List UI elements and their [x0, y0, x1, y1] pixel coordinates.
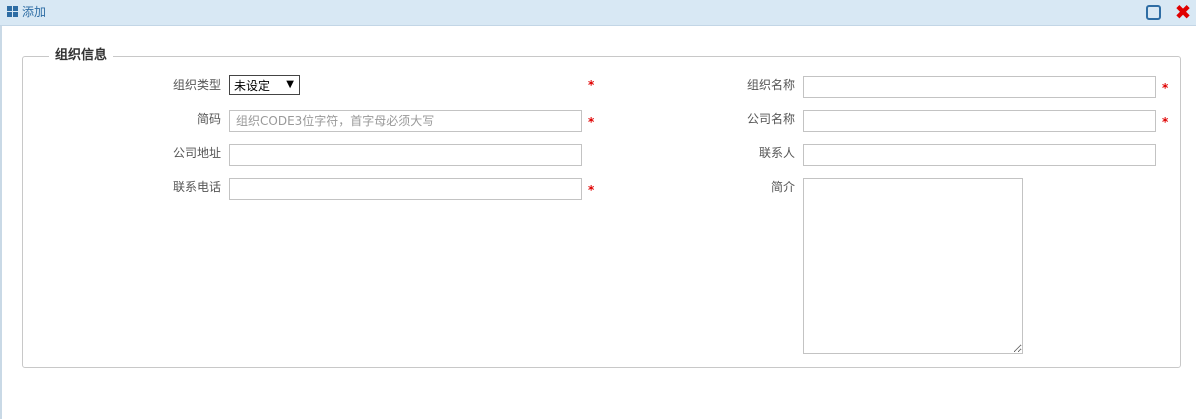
company-name-input[interactable] [803, 110, 1156, 132]
company-address-input[interactable] [229, 144, 582, 166]
dialog-title: 添加 [22, 5, 47, 19]
company-address-label: 公司地址 [172, 146, 221, 160]
required-mark: * [1162, 81, 1169, 95]
required-mark: * [588, 183, 595, 197]
org-type-value: 未设定 [234, 79, 271, 93]
maximize-icon[interactable] [1144, 3, 1162, 21]
chevron-down-icon: ▼ [286, 79, 294, 90]
contact-phone-input[interactable] [229, 178, 582, 200]
close-icon[interactable]: ✖ [1174, 2, 1192, 22]
contact-person-label: 联系人 [758, 146, 795, 160]
required-mark: * [1162, 115, 1169, 129]
contact-phone-label: 联系电话 [172, 180, 221, 194]
intro-label: 简介 [770, 180, 795, 194]
contact-person-input[interactable] [803, 144, 1156, 166]
short-code-label: 简码 [196, 112, 221, 126]
org-name-label: 组织名称 [746, 78, 795, 92]
window-left-edge [0, 26, 2, 419]
grid-icon [7, 6, 19, 18]
intro-textarea[interactable] [803, 178, 1023, 354]
required-mark: * [588, 115, 595, 129]
company-name-label: 公司名称 [746, 112, 795, 126]
org-name-input[interactable] [803, 76, 1156, 98]
fieldset-legend: 组织信息 [49, 47, 114, 65]
org-type-select[interactable]: 未设定 ▼ [229, 75, 300, 95]
required-mark: * [588, 78, 595, 92]
short-code-input[interactable] [229, 110, 582, 132]
dialog-titlebar: 添加 ✖ [0, 0, 1196, 26]
org-type-label: 组织类型 [172, 78, 221, 92]
